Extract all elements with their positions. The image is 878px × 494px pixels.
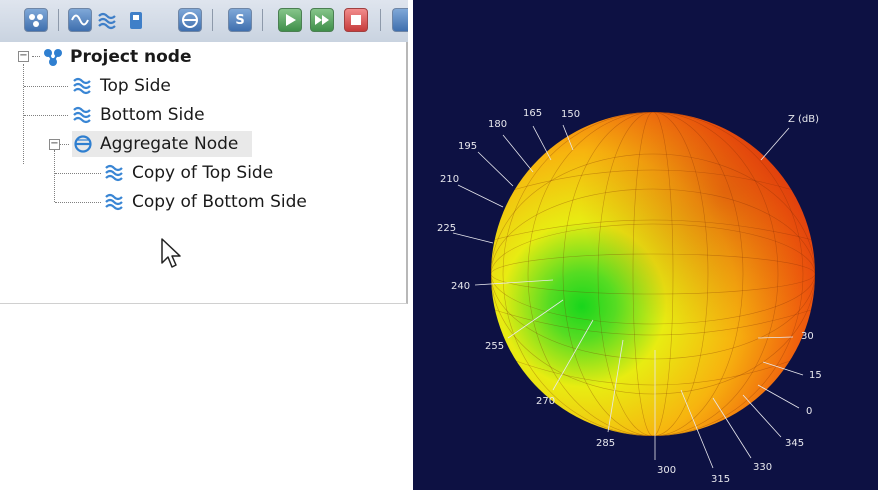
angle-label: 150 — [561, 109, 580, 120]
fast-forward-icon[interactable] — [310, 8, 334, 32]
angle-label: 240 — [451, 281, 470, 292]
stop-icon[interactable] — [344, 8, 368, 32]
s-icon[interactable]: S — [228, 8, 252, 32]
angle-label: 195 — [458, 141, 477, 152]
play-icon[interactable] — [278, 8, 302, 32]
angle-label: 225 — [437, 223, 456, 234]
angle-label: 255 — [485, 341, 504, 352]
angle-label: 315 — [711, 474, 730, 485]
radiation-sphere-plot: 165 150 180 195 210 225 240 255 270 285 … — [437, 108, 822, 485]
tree-item-label: Aggregate Node — [100, 134, 239, 154]
angle-label: 330 — [753, 462, 772, 473]
angle-label: 30 — [801, 331, 814, 342]
wave-icon — [73, 77, 91, 95]
wave-icon — [105, 164, 123, 182]
aggregate-icon[interactable] — [178, 8, 202, 32]
tree-view: − − Project node Top Side Bottom Side Ag… — [0, 42, 408, 304]
angle-label: 270 — [536, 396, 555, 407]
aggregate-node-icon — [74, 135, 92, 153]
aggregate-node-collapse-toggle[interactable]: − — [49, 139, 60, 150]
z-axis-label: Z (dB) — [788, 114, 819, 125]
angle-label: 300 — [657, 465, 676, 476]
wave-icon — [73, 106, 91, 124]
multi-wave-icon[interactable] — [96, 8, 120, 32]
tree-item-label: Copy of Top Side — [132, 163, 274, 183]
project-tree-panel: S − − Project node Top Side Bottom Side … — [0, 0, 408, 304]
mouse-cursor-icon — [161, 238, 181, 268]
project-node-icon[interactable] — [24, 8, 48, 32]
angle-label: 345 — [785, 438, 804, 449]
toolbar: S — [0, 0, 408, 43]
tree-item-label: Project node — [70, 47, 192, 67]
angle-label: 180 — [488, 119, 507, 130]
tree-item-label: Top Side — [100, 76, 171, 96]
wave-icon — [105, 193, 123, 211]
tree-item-aggregate-node[interactable]: Aggregate Node — [72, 131, 252, 157]
tree-item-label: Copy of Bottom Side — [132, 192, 307, 212]
angle-label: 165 — [523, 108, 542, 119]
project-node-collapse-toggle[interactable]: − — [18, 51, 29, 62]
more-icon[interactable] — [392, 8, 408, 32]
angle-label: 210 — [440, 174, 459, 185]
project-node-icon — [44, 49, 62, 66]
radiation-pattern-view: 165 150 180 195 210 225 240 255 270 285 … — [413, 0, 878, 490]
sine-wave-icon[interactable] — [68, 8, 92, 32]
angle-label: 285 — [596, 438, 615, 449]
angle-label: 0 — [806, 406, 812, 417]
tree-item-label: Bottom Side — [100, 105, 205, 125]
device-icon[interactable] — [124, 8, 148, 32]
angle-label: 15 — [809, 370, 822, 381]
